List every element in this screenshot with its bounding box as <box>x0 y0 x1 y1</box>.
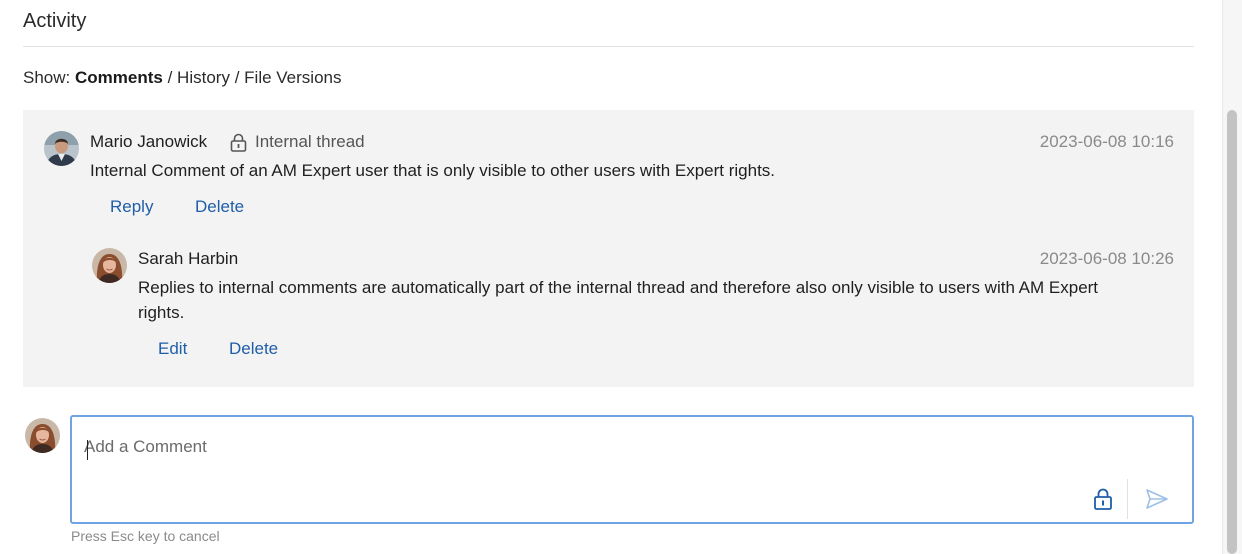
sarah-avatar <box>92 248 127 283</box>
filter-history[interactable]: History <box>177 68 230 87</box>
internal-thread-label: Internal thread <box>255 132 365 151</box>
filter-comments[interactable]: Comments <box>75 68 163 87</box>
current-user-avatar <box>25 418 60 453</box>
lock-icon <box>230 133 247 152</box>
lock-icon[interactable] <box>1092 487 1114 511</box>
heading-divider <box>23 46 1194 47</box>
edit-button[interactable]: Edit <box>158 339 187 359</box>
user-avatar-male-icon <box>44 131 79 166</box>
scrollbar-thumb[interactable] <box>1227 110 1237 554</box>
comment-author: Mario Janowick <box>90 132 208 151</box>
delete-button[interactable]: Delete <box>195 197 244 217</box>
user-avatar-female-icon <box>92 248 127 283</box>
filter-file-versions[interactable]: File Versions <box>244 68 341 87</box>
comment-timestamp: 2023-06-08 10:16 <box>1039 132 1174 151</box>
show-filter: Show: Comments / History / File Versions <box>23 68 341 88</box>
reply-timestamp: 2023-06-08 10:26 <box>1039 249 1174 268</box>
reply-author: Sarah Harbin <box>138 249 239 268</box>
mario-avatar <box>44 131 79 166</box>
activity-heading: Activity <box>23 10 87 32</box>
composer-divider <box>1127 479 1128 519</box>
comment-composer <box>70 415 1194 524</box>
reply-delete-button[interactable]: Delete <box>229 339 278 359</box>
comment-body: Internal Comment of an AM Expert user th… <box>90 161 776 180</box>
filter-separator: / <box>167 68 173 87</box>
comment-thread: Mario Janowick Internal thread 2023-06-0… <box>23 110 1194 387</box>
send-icon[interactable] <box>1145 488 1169 510</box>
comment-input[interactable] <box>84 437 1084 457</box>
text-caret <box>87 440 88 460</box>
activity-page: Activity Show: Comments / History / File… <box>0 0 1242 554</box>
esc-hint: Press Esc key to cancel <box>71 528 220 544</box>
reply-button[interactable]: Reply <box>110 197 153 217</box>
filter-separator: / <box>234 68 240 87</box>
reply-body: Replies to internal comments are automat… <box>138 278 1099 322</box>
show-label: Show: <box>23 68 71 87</box>
user-avatar-female-icon <box>25 418 60 453</box>
internal-thread-badge: Internal thread <box>230 132 365 152</box>
